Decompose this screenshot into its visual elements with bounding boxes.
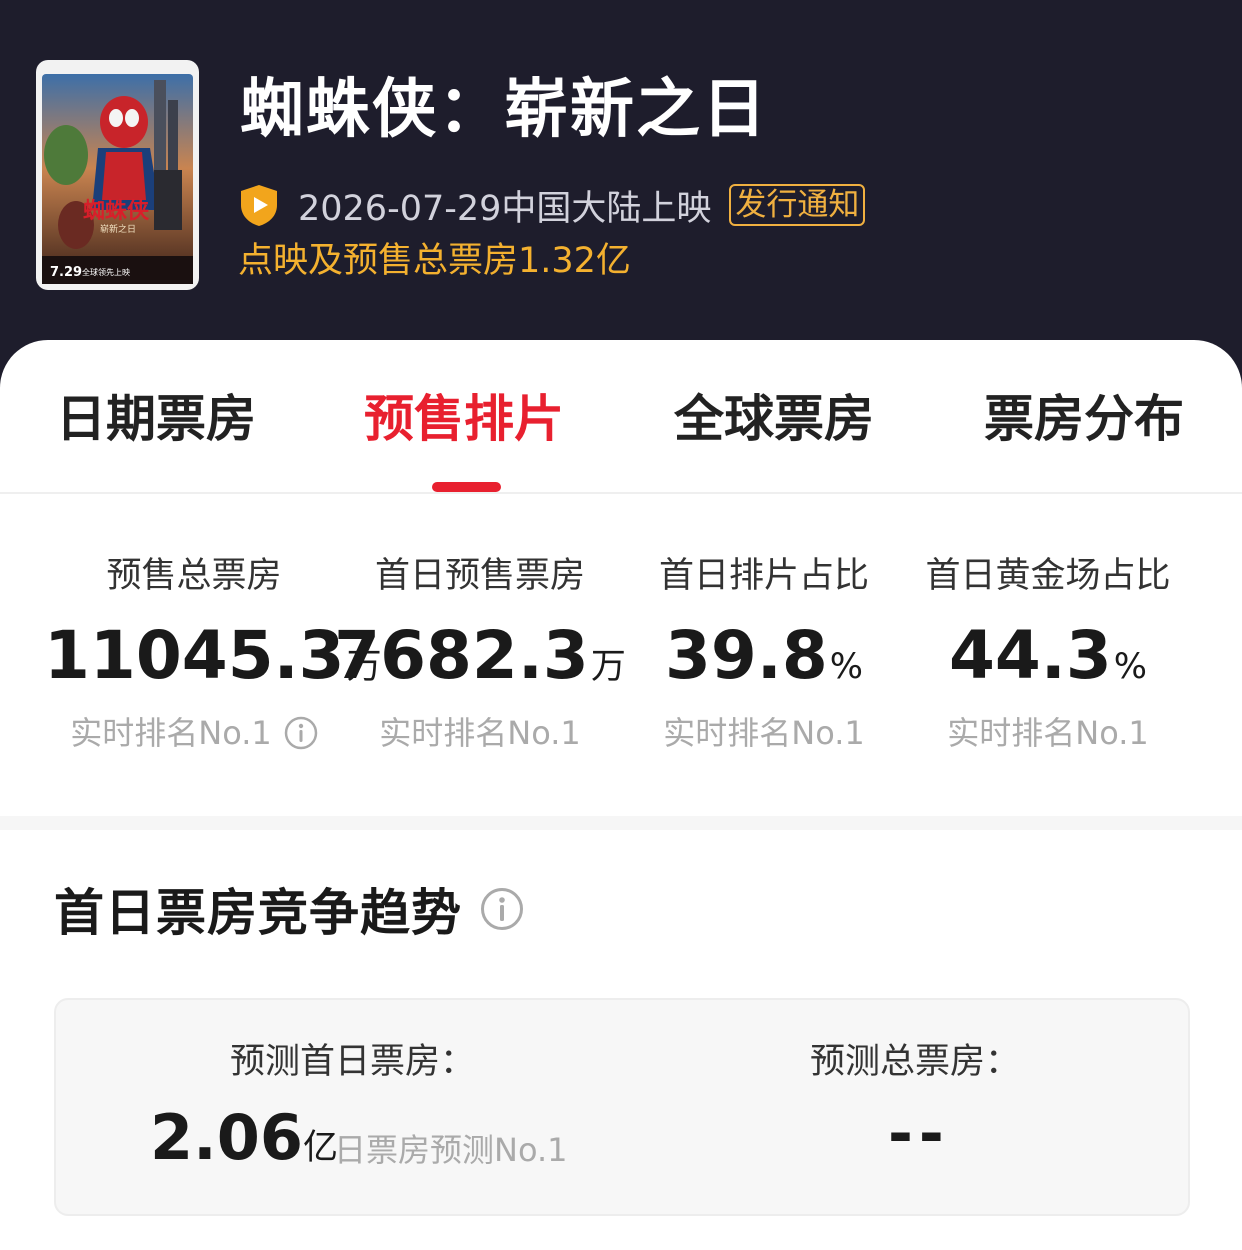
stat-label: 首日预售票房 [374,556,585,596]
poster-tagline: 全球领先上映 [82,267,130,277]
forecast-number: 2.06 [150,1101,303,1174]
movie-header: 蜘蛛侠 崭新之日 7.29 全球领先上映 蜘蛛侠：崭新之日 2026-07-29… [0,0,1242,360]
stat-unit: % [1113,647,1148,687]
stat-rank-text: 实时排名No.1 [70,714,272,752]
section-title: 首日票房竞争趋势 [54,884,462,942]
poster-date: 7.29 [50,265,82,280]
stat-rank-text: 实时排名No.1 [379,714,581,752]
movie-poster[interactable]: 蜘蛛侠 崭新之日 7.29 全球领先上映 [36,60,199,290]
release-notice-badge[interactable]: 发行通知 [729,184,866,226]
stat-first-day-presale: 首日预售票房 7682.3万 实时排名No.1 [330,554,630,755]
tab-bar: 日期票房 预售排片 全球票房 票房分布 [0,340,1242,494]
stat-label: 首日黄金场占比 [925,556,1171,596]
tab-global-box-office[interactable]: 全球票房 [674,386,874,452]
stat-label: 预售总票房 [106,556,282,596]
stat-rank-text: 实时排名No.1 [663,714,865,752]
tab-presale-schedule[interactable]: 预售排片 [364,386,564,452]
forecast-first-day-value: 2.06亿 [150,1100,338,1186]
stat-first-day-screening-share: 首日排片占比 39.8% 实时排名No.1 [614,554,914,755]
presale-stats: 预售总票房 11045.3万 实时排名No.1 首日预售票房 7682.3万 实… [0,554,1242,754]
stat-rank-text: 实时排名No.1 [947,714,1149,752]
poster-title: 蜘蛛侠 [83,198,150,224]
tab-box-office-distribution[interactable]: 票房分布 [984,386,1184,452]
stat-value: 11045.3万 [44,617,382,705]
info-icon[interactable] [480,887,524,931]
stat-rank: 实时排名No.1 [44,711,344,755]
active-tab-indicator [432,482,501,492]
forecast-total: 预测总票房： -- [624,1000,1192,1218]
forecast-box: 预测首日票房： 2.06亿 日票房预测No.1 预测总票房： -- [54,998,1190,1216]
stat-number: 44.3 [948,617,1112,694]
forecast-first-day-rank: 日票房预测No.1 [334,1131,568,1169]
tab-daily-box-office[interactable]: 日期票房 [56,386,256,452]
poster-image: 蜘蛛侠 崭新之日 7.29 全球领先上映 [36,60,199,290]
section-header: 首日票房竞争趋势 [54,874,524,944]
stat-number: 11045.3 [44,617,345,694]
forecast-total-value: -- [888,1099,950,1169]
section-divider [0,816,1242,830]
info-icon[interactable] [284,716,318,750]
stat-rank: 实时排名No.1 [330,711,630,755]
presale-total-box-office: 点映及预售总票房1.32亿 [238,241,631,281]
stat-unit: % [829,647,864,687]
stat-label: 首日排片占比 [658,556,869,596]
stat-value: 39.8% [614,618,914,705]
stat-value: 7682.3万 [330,618,630,705]
forecast-total-label: 预测总票房： [810,1042,1021,1082]
shield-play-icon [241,185,277,226]
stat-number: 7682.3 [334,617,589,694]
forecast-first-day: 预测首日票房： 2.06亿 日票房预测No.1 [56,1000,624,1218]
stat-rank: 实时排名No.1 [614,711,914,755]
stat-rank: 实时排名No.1 [898,711,1198,755]
stat-value: 44.3% [898,618,1198,705]
forecast-first-day-label: 预测首日票房： [230,1042,476,1082]
movie-title: 蜘蛛侠：崭新之日 [240,73,768,147]
release-info: 2026-07-29中国大陆上映 发行通知 [238,182,866,229]
content-card: 日期票房 预售排片 全球票房 票房分布 预售总票房 11045.3万 实时排名N… [0,340,1242,1250]
stat-presale-total: 预售总票房 11045.3万 实时排名No.1 [44,554,382,755]
stat-first-day-prime-time-share: 首日黄金场占比 44.3% 实时排名No.1 [898,554,1198,755]
release-date: 2026-07-29中国大陆上映 [298,188,712,229]
forecast-unit: 亿 [302,1128,338,1168]
stat-number: 39.8 [664,617,828,694]
poster-subtitle: 崭新之日 [100,223,136,235]
